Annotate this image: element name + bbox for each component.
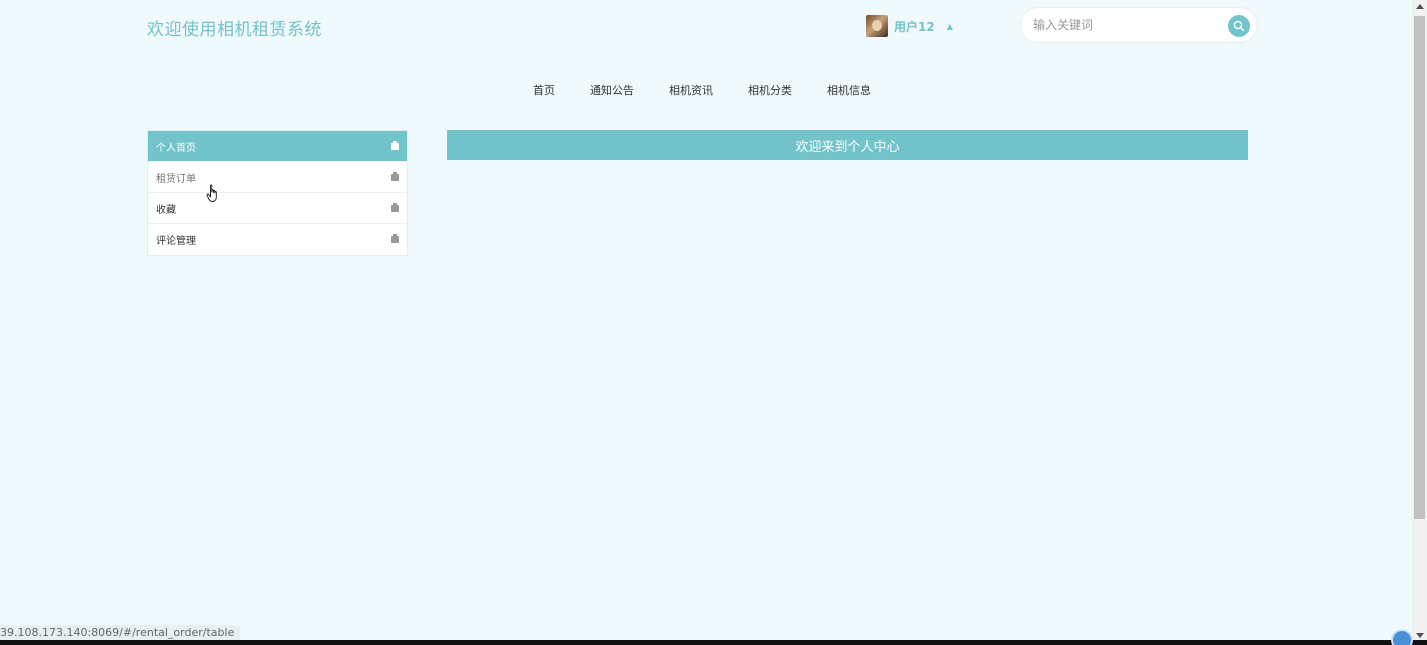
nav-item-home[interactable]: 首页 (533, 82, 555, 98)
user-menu[interactable]: 用户12 ▲ (866, 14, 953, 38)
sidebar-item-label: 租赁订单 (156, 173, 196, 185)
avatar[interactable] (866, 15, 888, 37)
nav-item-notices[interactable]: 通知公告 (590, 82, 634, 98)
sidebar-item-personal-home[interactable]: 个人首页 (148, 131, 407, 162)
home-icon (391, 140, 399, 150)
home-icon (391, 234, 399, 243)
nav-item-camera-categories[interactable]: 相机分类 (748, 82, 792, 98)
caret-up-icon[interactable]: ▲ (947, 22, 953, 31)
scroll-up-icon[interactable] (1416, 4, 1424, 9)
nav-item-camera-news[interactable]: 相机资讯 (669, 82, 713, 98)
sidebar-item-rental-orders[interactable]: 租赁订单 (148, 162, 407, 193)
site-title: 欢迎使用相机租赁系统 (147, 20, 322, 40)
chat-widget-icon[interactable] (1391, 629, 1413, 645)
sidebar: 个人首页 租赁订单 收藏 评论管理 (147, 130, 408, 256)
search-box (1020, 7, 1258, 43)
search-button[interactable] (1228, 15, 1250, 37)
status-url: 39.108.173.140:8069/#/rental_order/table (0, 625, 241, 641)
bottom-bar (0, 640, 1427, 645)
vertical-scrollbar[interactable] (1412, 0, 1427, 640)
home-icon (391, 171, 399, 181)
sidebar-item-favorites[interactable]: 收藏 (148, 193, 407, 224)
search-input[interactable] (1021, 17, 1225, 33)
user-name[interactable]: 用户12 (894, 18, 935, 35)
welcome-banner: 欢迎来到个人中心 (447, 130, 1248, 160)
scroll-down-icon[interactable] (1416, 633, 1424, 638)
home-icon (391, 202, 399, 212)
sidebar-item-comments[interactable]: 评论管理 (148, 224, 407, 255)
welcome-text: 欢迎来到个人中心 (795, 139, 900, 155)
sidebar-item-label: 评论管理 (156, 236, 196, 247)
nav-item-camera-info[interactable]: 相机信息 (827, 82, 871, 98)
scroll-thumb[interactable] (1414, 16, 1425, 519)
page: 欢迎使用相机租赁系统 用户12 ▲ 首页 通知公告 相机资讯 相机分类 相机信息… (0, 0, 1427, 645)
sidebar-item-label: 个人首页 (156, 142, 196, 154)
search-icon (1233, 20, 1245, 32)
hand-cursor-icon (206, 184, 217, 202)
sidebar-item-label: 收藏 (156, 204, 176, 216)
